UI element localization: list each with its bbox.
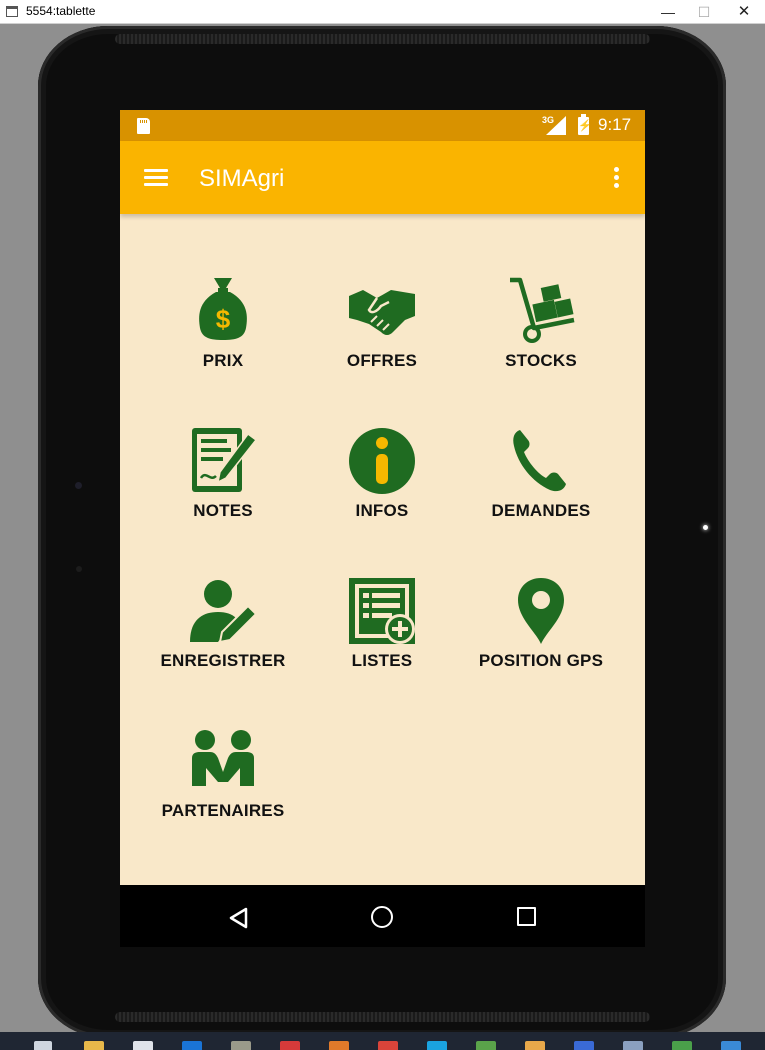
window-title: 5554:tablette [26,4,96,18]
info-icon [349,428,415,494]
app-title: SIMAgri [199,165,285,192]
back-icon[interactable] [228,907,250,929]
tile-label: PARTENAIRES [161,801,285,820]
menu-tile-notes[interactable]: NOTES [148,426,298,556]
svg-text:$: $ [216,304,231,334]
speaker-grille-bottom [115,1012,650,1022]
app-icon-3[interactable] [476,1041,496,1050]
partners-icon [192,730,254,786]
map-pin-icon [518,578,564,644]
hand-truck-icon [510,277,575,343]
sensor [76,566,82,572]
app-icon-5[interactable] [574,1041,594,1050]
app-icon-4[interactable] [525,1041,545,1050]
app-icon-6[interactable] [623,1041,643,1050]
menu-tile-offres[interactable]: OFFRES [307,276,457,406]
file-explorer-icon[interactable] [84,1041,104,1050]
menu-tile-infos[interactable]: INFOS [307,426,457,556]
task-view-icon[interactable] [34,1041,52,1050]
status-bar: 3G 9:17 [120,110,645,141]
maximize-button[interactable]: ☐ [692,2,716,22]
network-type: 3G [542,115,555,125]
skype-icon[interactable] [427,1041,447,1050]
app-toolbar: SIMAgri [120,141,645,214]
money-bag-icon: $ [199,278,247,340]
more-vert-icon[interactable] [604,165,628,191]
minimize-button[interactable]: — [656,2,680,22]
menu-tile-partenaires[interactable]: PARTENAIRES [148,726,298,856]
app-icon-7[interactable] [672,1041,692,1050]
tile-label: POSITION GPS [478,651,604,670]
chrome-icon[interactable] [378,1041,398,1050]
phone-icon [513,430,566,492]
window-app-icon [6,6,18,17]
app-icon-1[interactable] [231,1041,251,1050]
tile-label: STOCKS [505,351,577,370]
app-icon-8[interactable] [721,1041,741,1050]
menu-tile-stocks[interactable]: STOCKS [466,276,616,406]
windows-taskbar [0,1032,765,1050]
menu-tile-position-gps[interactable]: POSITION GPS [466,576,616,706]
speaker-grille-top [115,34,650,44]
edge-icon[interactable] [182,1041,202,1050]
navigation-bar [120,885,645,947]
notification-led [703,525,708,530]
home-icon[interactable] [371,906,393,928]
user-edit-icon [190,580,258,644]
app-icon-2[interactable] [280,1041,300,1050]
status-clock: 9:17 [598,115,632,134]
notes-icon [192,428,258,492]
battery-charging-icon [578,114,589,135]
menu-tile-demandes[interactable]: DEMANDES [466,426,616,556]
menu-tile-prix[interactable]: $ PRIX [148,276,298,406]
tile-label: DEMANDES [491,501,591,520]
hamburger-menu-icon[interactable] [144,169,168,187]
front-camera [75,482,82,489]
close-button[interactable]: ✕ [732,2,756,22]
window-titlebar: 5554:tablette — ☐ ✕ [0,0,765,24]
sd-card-icon [137,118,150,134]
firefox-icon[interactable] [329,1041,349,1050]
handshake-icon [349,290,415,335]
recents-icon[interactable] [517,907,536,926]
device-screen: 3G 9:17 SIMAgri $ PRIX OFFRES [120,110,645,947]
list-add-icon [349,578,415,644]
menu-tile-enregistrer[interactable]: ENREGISTRER [148,576,298,706]
store-icon[interactable] [133,1041,153,1050]
menu-tile-listes[interactable]: LISTES [307,576,457,706]
